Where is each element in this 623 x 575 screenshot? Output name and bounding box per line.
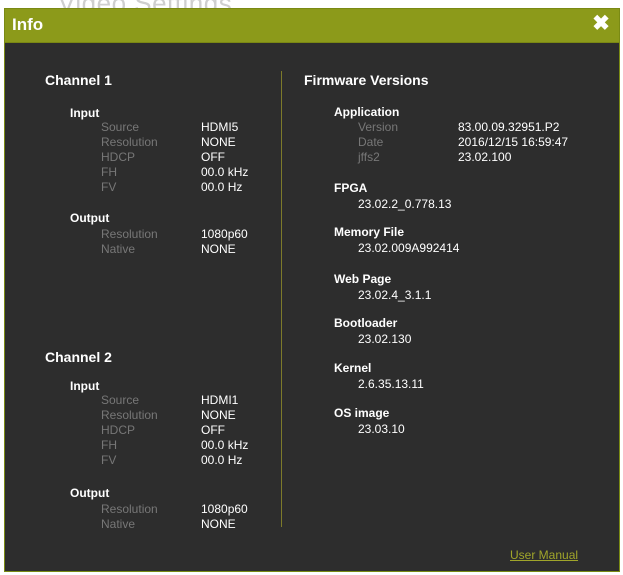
kernel-label: Kernel	[334, 361, 372, 375]
row-label: Version	[358, 120, 399, 134]
dialog-content: Channel 1 Input Source HDMI5 Resolution …	[5, 43, 619, 571]
channel-2-title: Channel 2	[45, 349, 112, 365]
channel-2-input-label: Input	[70, 379, 100, 393]
web-page-label: Web Page	[334, 272, 392, 286]
row-label: Resolution	[101, 135, 158, 149]
dialog-title: Info	[12, 15, 44, 34]
os-image-label: OS image	[334, 406, 390, 420]
row-label: FV	[101, 180, 117, 194]
channel-2-output-label: Output	[70, 486, 110, 500]
row-value: 1080p60	[201, 502, 248, 516]
row-label: HDCP	[101, 150, 136, 164]
row-value: NONE	[201, 408, 236, 422]
memory-file-label: Memory File	[334, 225, 405, 239]
fpga-label: FPGA	[334, 181, 368, 195]
channel-1-input-label: Input	[70, 106, 100, 120]
row-label: Resolution	[101, 408, 158, 422]
row-label: Source	[101, 393, 140, 407]
row-label: Resolution	[101, 227, 158, 241]
dialog-titlebar: Info ✖	[5, 9, 619, 43]
row-value: 00.0 Hz	[201, 180, 243, 194]
row-value: OFF	[201, 150, 225, 164]
row-value: NONE	[201, 517, 236, 531]
bootloader-label: Bootloader	[334, 316, 398, 330]
row-value: NONE	[201, 242, 236, 256]
row-label: Resolution	[101, 502, 158, 516]
row-value: NONE	[201, 135, 236, 149]
firmware-title: Firmware Versions	[304, 72, 429, 88]
channel-1-title: Channel 1	[45, 72, 112, 88]
row-value: 00.0 Hz	[201, 453, 243, 467]
row-value: 23.02.100	[458, 150, 512, 164]
channel-1-output-label: Output	[70, 211, 110, 225]
web-page-value: 23.02.4_3.1.1	[358, 288, 432, 302]
row-label: jffs2	[358, 150, 380, 164]
row-value: 00.0 kHz	[201, 165, 249, 179]
row-value: HDMI1	[201, 393, 239, 407]
user-manual-link[interactable]: User Manual	[510, 548, 578, 562]
row-label: FH	[101, 438, 117, 452]
os-image-value: 23.03.10	[358, 422, 405, 436]
row-label: Native	[101, 242, 136, 256]
bootloader-value: 23.02.130	[358, 332, 412, 346]
fpga-value: 23.02.2_0.778.13	[358, 197, 452, 211]
row-label: Date	[358, 135, 384, 149]
row-value: OFF	[201, 423, 225, 437]
row-label: FH	[101, 165, 117, 179]
row-label: FV	[101, 453, 117, 467]
row-label: Native	[101, 517, 136, 531]
row-value: 83.00.09.32951.P2	[458, 120, 560, 134]
close-icon[interactable]: ✖	[591, 13, 611, 34]
row-value: 2016/12/15 16:59:47	[458, 135, 569, 149]
row-value: HDMI5	[201, 120, 239, 134]
application-label: Application	[334, 105, 400, 119]
row-value: 00.0 kHz	[201, 438, 249, 452]
row-label: Source	[101, 120, 140, 134]
kernel-value: 2.6.35.13.11	[358, 377, 424, 391]
memory-file-value: 23.02.009A992414	[358, 241, 460, 255]
row-value: 1080p60	[201, 227, 248, 241]
column-divider	[281, 71, 282, 527]
row-label: HDCP	[101, 423, 136, 437]
info-dialog: Info ✖ Channel 1 Input Source HDMI5 Reso…	[4, 8, 620, 572]
